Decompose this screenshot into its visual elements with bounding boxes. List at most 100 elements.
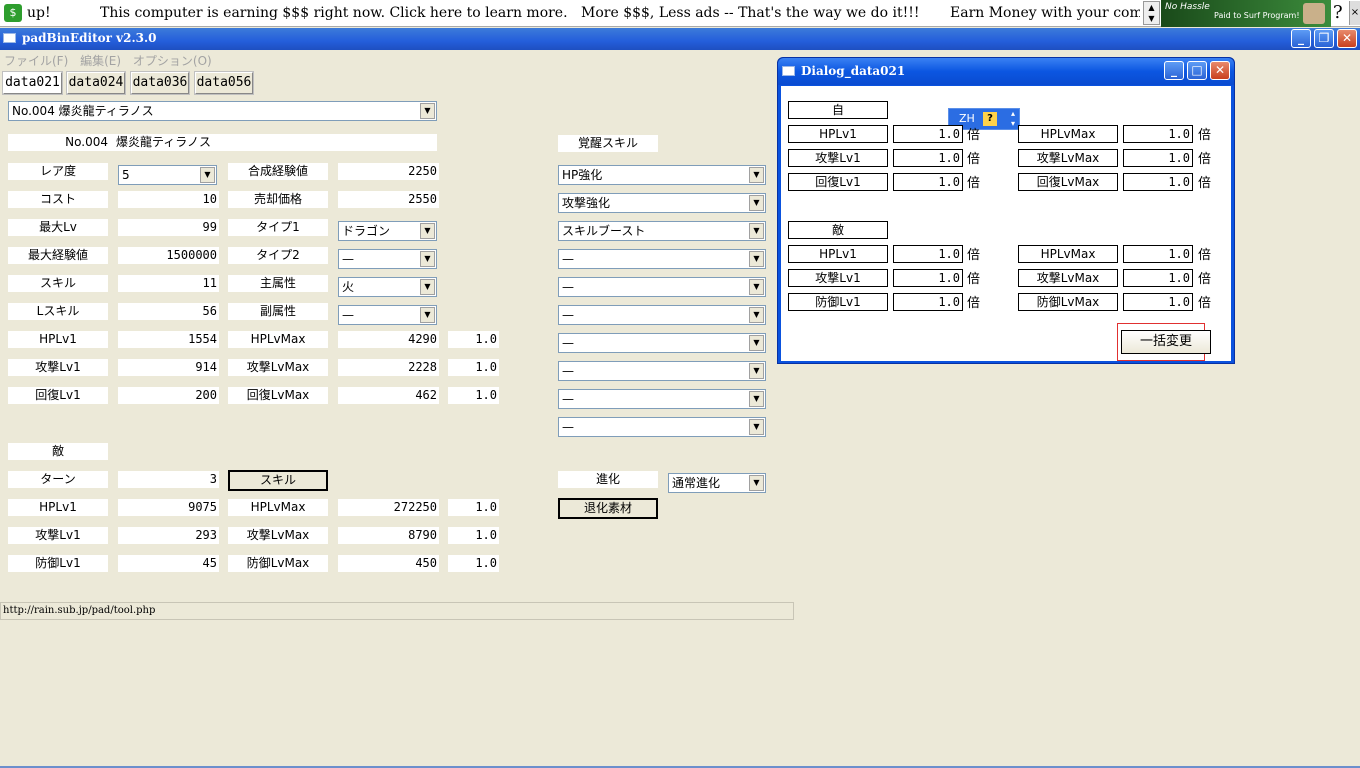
atk-lv1-field[interactable]: 914 [118, 359, 219, 376]
chevron-down-icon[interactable]: ▼ [420, 103, 435, 119]
chevron-down-icon[interactable]: ▼ [749, 475, 764, 491]
dialog-atk-lv1-field[interactable]: 1.0 [893, 149, 963, 167]
monster-select[interactable]: No.004 爆炎龍ティラノス ▼ [8, 101, 437, 121]
dialog-enemy-atk-lv1-field[interactable]: 1.0 [893, 269, 963, 287]
sub-attr-select[interactable]: — ▼ [338, 305, 437, 325]
awaken-skill-select-1[interactable]: HP強化 ▼ [558, 165, 766, 185]
awaken-skill-select-4[interactable]: — ▼ [558, 249, 766, 269]
dialog-rcv-lv1-field[interactable]: 1.0 [893, 173, 963, 191]
ime-help-icon[interactable]: ? [983, 112, 997, 126]
tab-data021[interactable]: data021 [2, 71, 63, 95]
dialog-enemy-def-lv1-field[interactable]: 1.0 [893, 293, 963, 311]
l-skill-field[interactable]: 56 [118, 303, 219, 320]
awaken-skill-select-9[interactable]: — ▼ [558, 389, 766, 409]
awaken-skill-select-6[interactable]: — ▼ [558, 305, 766, 325]
dialog-enemy-hp-lvmax-field[interactable]: 1.0 [1123, 245, 1193, 263]
enemy-atk-lv1-field[interactable]: 293 [118, 527, 219, 544]
dialog-rcv-lvmax-field[interactable]: 1.0 [1123, 173, 1193, 191]
chevron-down-icon[interactable]: ▼ [749, 279, 764, 295]
atk-lvmax-field[interactable]: 2228 [338, 359, 439, 376]
skill-field[interactable]: 11 [118, 275, 219, 292]
chevron-down-icon[interactable]: ▼ [200, 167, 215, 183]
enemy-hp-multiplier-field[interactable]: 1.0 [448, 499, 499, 516]
chevron-down-icon[interactable]: ▼ [749, 391, 764, 407]
enemy-atk-multiplier-field[interactable]: 1.0 [448, 527, 499, 544]
menu-options[interactable]: オプション(O) [133, 54, 212, 68]
sell-price-field[interactable]: 2550 [338, 191, 439, 208]
dialog-title-bar[interactable]: Dialog_data021 _ □ ✕ [778, 58, 1234, 85]
main-attr-select[interactable]: 火 ▼ [338, 277, 437, 297]
max-exp-field[interactable]: 1500000 [118, 247, 219, 264]
ad-text-earn-money[interactable]: Earn Money with your compu [950, 5, 1140, 21]
dialog-hp-lv1-field[interactable]: 1.0 [893, 125, 963, 143]
ad-help-icon[interactable]: ? [1333, 2, 1343, 23]
dialog-maximize-button[interactable]: □ [1187, 61, 1207, 80]
awaken-skill-select-2[interactable]: 攻撃強化 ▼ [558, 193, 766, 213]
max-lv-field[interactable]: 99 [118, 219, 219, 236]
enemy-def-multiplier-field[interactable]: 1.0 [448, 555, 499, 572]
minimize-button[interactable]: _ [1291, 29, 1311, 48]
rcv-lvmax-field[interactable]: 462 [338, 387, 439, 404]
turn-field[interactable]: 3 [118, 471, 219, 488]
chevron-down-icon[interactable]: ▼ [749, 363, 764, 379]
chevron-down-icon[interactable]: ▼ [749, 251, 764, 267]
chevron-down-icon[interactable]: ▼ [420, 307, 435, 323]
dialog-enemy-atk-lvmax-field[interactable]: 1.0 [1123, 269, 1193, 287]
chevron-down-icon[interactable]: ▼ [420, 279, 435, 295]
rarity-select[interactable]: 5 ▼ [118, 165, 217, 185]
ad-banner[interactable]: No Hassle Paid to Surf Program! [1161, 0, 1331, 27]
ad-text-less-ads[interactable]: More $$$, Less ads -- That's the way we … [581, 5, 920, 21]
enemy-atk-lvmax-field[interactable]: 8790 [338, 527, 439, 544]
chevron-down-icon[interactable]: ▼ [749, 335, 764, 351]
bulk-change-button[interactable]: 一括変更 [1121, 330, 1211, 354]
close-button[interactable]: ✕ [1337, 29, 1357, 48]
dialog-atk-lvmax-field[interactable]: 1.0 [1123, 149, 1193, 167]
chevron-down-icon[interactable]: ▼ [749, 419, 764, 435]
dialog-window[interactable]: Dialog_data021 _ □ ✕ ZH ? ▴ ▾ 自 HPLv1 1.0… [777, 57, 1235, 364]
hp-lv1-field[interactable]: 1554 [118, 331, 219, 348]
enemy-hp-lvmax-field[interactable]: 272250 [338, 499, 439, 516]
rcv-lv1-field[interactable]: 200 [118, 387, 219, 404]
chevron-down-icon[interactable]: ▼ [420, 251, 435, 267]
type2-select[interactable]: — ▼ [338, 249, 437, 269]
chevron-down-icon[interactable]: ▼ [749, 167, 764, 183]
enemy-hp-lv1-field[interactable]: 9075 [118, 499, 219, 516]
awaken-skill-select-5[interactable]: — ▼ [558, 277, 766, 297]
ad-bar[interactable]: $ up! This computer is earning $$$ right… [0, 0, 1360, 27]
awaken-skill-select-3[interactable]: スキルブースト ▼ [558, 221, 766, 241]
tab-data056[interactable]: data056 [194, 71, 254, 95]
chevron-down-icon[interactable]: ▼ [749, 195, 764, 211]
chevron-down-icon[interactable]: ▼ [420, 223, 435, 239]
enemy-def-lvmax-field[interactable]: 450 [338, 555, 439, 572]
chevron-down-icon[interactable]: ▼ [749, 223, 764, 239]
restore-button[interactable]: ❐ [1314, 29, 1334, 48]
menu-edit[interactable]: 編集(E) [80, 54, 121, 68]
dialog-enemy-def-lvmax-field[interactable]: 1.0 [1123, 293, 1193, 311]
ad-text-earning[interactable]: This computer is earning $$$ right now. … [100, 5, 568, 21]
devolution-material-button[interactable]: 退化素材 [558, 498, 658, 519]
type1-select[interactable]: ドラゴン ▼ [338, 221, 437, 241]
rcv-multiplier-field[interactable]: 1.0 [448, 387, 499, 404]
tab-data024[interactable]: data024 [66, 71, 126, 95]
scroll-up-icon[interactable]: ▲ [1144, 2, 1159, 13]
ad-scroll-arrows[interactable]: ▲ ▼ [1143, 1, 1160, 25]
fusion-exp-field[interactable]: 2250 [338, 163, 439, 180]
dialog-minimize-button[interactable]: _ [1164, 61, 1184, 80]
main-title-bar[interactable]: padBinEditor v2.3.0 _ ❐ ✕ [0, 28, 1360, 50]
hp-multiplier-field[interactable]: 1.0 [448, 331, 499, 348]
atk-multiplier-field[interactable]: 1.0 [448, 359, 499, 376]
awaken-skill-select-7[interactable]: — ▼ [558, 333, 766, 353]
hp-lvmax-field[interactable]: 4290 [338, 331, 439, 348]
tab-data036[interactable]: data036 [130, 71, 190, 95]
enemy-def-lv1-field[interactable]: 45 [118, 555, 219, 572]
evolution-type-select[interactable]: 通常進化 ▼ [668, 473, 766, 493]
menu-file[interactable]: ファイル(F) [4, 54, 68, 68]
enemy-skill-button[interactable]: スキル [228, 470, 328, 491]
awaken-skill-select-10[interactable]: — ▼ [558, 417, 766, 437]
ad-close-icon[interactable]: × [1349, 1, 1360, 25]
scroll-down-icon[interactable]: ▼ [1144, 13, 1159, 24]
dialog-hp-lvmax-field[interactable]: 1.0 [1123, 125, 1193, 143]
ad-text-up[interactable]: up! [27, 5, 51, 21]
cost-field[interactable]: 10 [118, 191, 219, 208]
dialog-close-button[interactable]: ✕ [1210, 61, 1230, 80]
